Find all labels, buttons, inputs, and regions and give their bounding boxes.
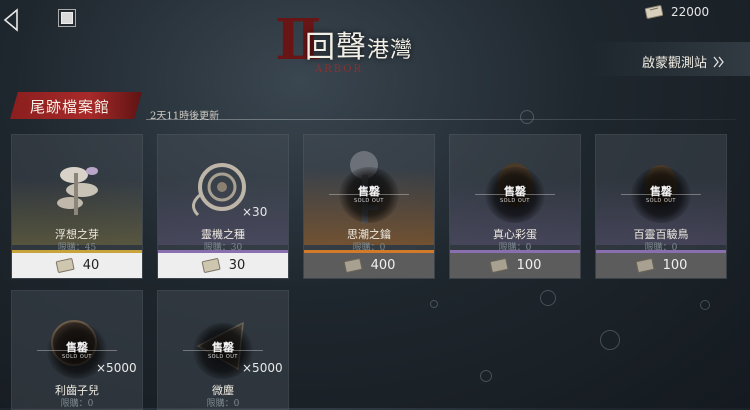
item-price: 400: [370, 258, 396, 273]
item-quantity: ×30: [242, 205, 268, 219]
shop-item-card[interactable]: 售罄 SOLD OUT 思潮之鑰 限購：0 400: [303, 134, 435, 279]
item-limit: 限購：0: [206, 399, 240, 409]
sold-out-label: 售罄: [66, 341, 88, 354]
item-quantity: ×5000: [242, 361, 283, 375]
bubble-decoration: [540, 290, 556, 306]
title-subtitle: ARBOR: [315, 64, 364, 75]
home-button[interactable]: [58, 9, 78, 29]
sold-out-overlay: 售罄 SOLD OUT: [621, 165, 701, 225]
sold-out-label: 售罄: [212, 341, 234, 354]
bubble-decoration: [520, 110, 534, 124]
currency-amount: 22000: [671, 5, 710, 19]
bubble-decoration: [600, 330, 620, 350]
sold-out-label: 售罄: [650, 185, 672, 198]
sold-out-label: 售罄: [358, 185, 380, 198]
bubble-decoration: [700, 300, 710, 310]
sold-out-label-en: SOLD OUT: [354, 198, 384, 204]
ticket-icon: [489, 258, 508, 273]
observatory-link[interactable]: 啟蒙觀測站: [642, 52, 725, 71]
item-price: 40: [82, 258, 100, 273]
item-price: 100: [516, 258, 542, 273]
item-limit: 限購：0: [60, 399, 94, 409]
price-button[interactable]: 100: [596, 253, 726, 278]
shop-item-card[interactable]: 售罄 SOLD OUT ×5000 利齒子兒 限購：0: [11, 290, 143, 410]
item-quantity: ×5000: [96, 361, 137, 375]
title-main: 回聲: [305, 30, 367, 65]
shop-item-card[interactable]: 售罄 SOLD OUT 百靈百驗鳥 限購：0 100: [595, 134, 727, 279]
title-small: 港灣: [367, 38, 414, 63]
ticket-icon: [55, 258, 75, 273]
sold-out-overlay: 售罄 SOLD OUT: [475, 165, 555, 225]
sold-out-overlay: 售罄 SOLD OUT: [329, 165, 409, 225]
back-button[interactable]: [2, 8, 22, 32]
sold-out-label-en: SOLD OUT: [62, 354, 92, 360]
sold-out-label: 售罄: [504, 185, 526, 198]
item-price: 100: [662, 258, 688, 273]
shop-item-card[interactable]: 售罄 SOLD OUT 真心彩蛋 限購：0 100: [449, 134, 581, 279]
item-price: 30: [228, 258, 246, 273]
price-button[interactable]: 40: [12, 253, 142, 278]
observatory-label: 啟蒙觀測站: [642, 56, 708, 71]
home-icon-inner: [61, 12, 73, 24]
sold-out-label-en: SOLD OUT: [500, 198, 530, 204]
shop-item-card[interactable]: 浮想之芽 限購：45 40: [11, 134, 143, 279]
ticket-icon: [645, 5, 663, 19]
price-button[interactable]: 30: [158, 253, 288, 278]
bubble-decoration: [430, 300, 438, 308]
price-button[interactable]: 100: [450, 253, 580, 278]
spiral-seed-icon: [192, 163, 246, 217]
sold-out-label-en: SOLD OUT: [208, 354, 238, 360]
ticket-icon: [201, 258, 221, 273]
ticket-icon: [343, 258, 362, 273]
bubble-decoration: [480, 370, 492, 382]
chevron-double-right-icon: [713, 56, 724, 67]
currency-display: 22000: [645, 3, 709, 21]
shop-item-card[interactable]: ×30 靈機之種 限購：30 30: [157, 134, 289, 279]
back-arrow-icon: [3, 8, 18, 32]
sold-out-label-en: SOLD OUT: [646, 198, 676, 204]
section-tab-label: 尾跡檔案館: [30, 98, 111, 116]
price-button[interactable]: 400: [304, 253, 434, 278]
section-tab-archive[interactable]: 尾跡檔案館: [10, 92, 142, 119]
ticket-icon: [635, 258, 654, 273]
mushroom-sprout-icon: [57, 167, 98, 215]
title-text: 回聲港灣: [305, 22, 413, 66]
page-title: II 回聲港灣 ARBOR: [275, 12, 475, 75]
divider: [146, 119, 736, 120]
shop-item-card[interactable]: 售罄 SOLD OUT ×5000 微塵 限購：0: [157, 290, 289, 410]
